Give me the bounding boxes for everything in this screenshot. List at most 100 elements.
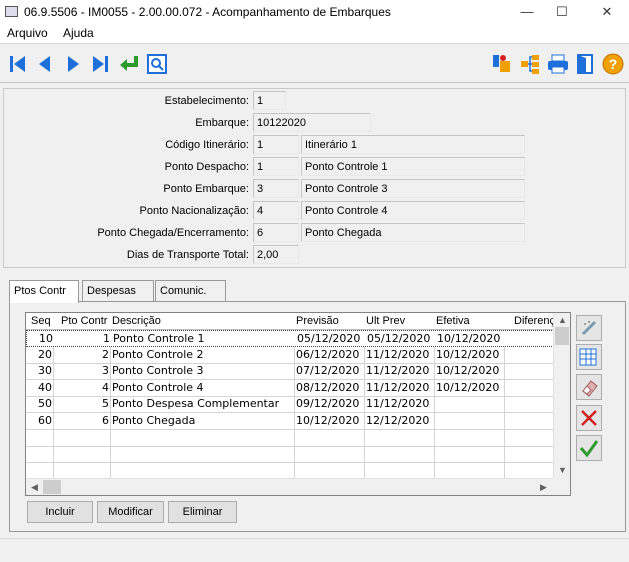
scroll-left-icon[interactable]: ◀ <box>31 482 38 493</box>
horizontal-scroll-thumb[interactable] <box>43 480 61 494</box>
table-cell: 10/12/2020 <box>436 347 500 361</box>
print-icon[interactable] <box>546 52 570 76</box>
vertical-scroll-thumb[interactable] <box>555 327 569 345</box>
vertical-scrollbar[interactable]: ▲ ▼ <box>553 313 570 479</box>
delete-button[interactable] <box>576 405 602 431</box>
estabelecimento-label: Estabelecimento: <box>164 95 249 107</box>
app-icon <box>5 6 18 17</box>
menu-ajuda[interactable]: Ajuda <box>63 26 94 40</box>
maximize-button[interactable]: ☐ <box>551 3 573 21</box>
ponto-nacionalizacao-field[interactable]: 4 <box>253 201 299 220</box>
col-diferenca[interactable]: Diferenç <box>514 315 555 327</box>
table-cell: 60 <box>38 414 52 427</box>
confirm-button[interactable] <box>576 435 602 461</box>
tools-icon[interactable] <box>490 52 514 76</box>
modificar-button[interactable]: Modificar <box>97 501 164 523</box>
table-cell: 10/12/2020 <box>436 364 500 378</box>
pontos-controle-grid[interactable]: Seq Pto Contr Descrição Previsão Ult Pre… <box>25 312 571 496</box>
embarque-field[interactable]: 10122020 <box>253 113 371 132</box>
delete-x-icon <box>581 410 597 426</box>
table-cell: 30 <box>38 364 52 378</box>
confirm-check-icon <box>579 440 599 458</box>
table-cell: 07/12/2020 <box>296 364 360 378</box>
table-cell: 10/12/2020 <box>436 380 500 394</box>
ponto-despacho-field[interactable]: 1 <box>253 157 299 176</box>
eliminar-button[interactable]: Eliminar <box>168 501 237 523</box>
table-cell: Ponto Chegada <box>112 414 196 427</box>
table-cell: 11/12/2020 <box>366 364 430 378</box>
codigo-itinerario-field[interactable]: 1 <box>253 135 299 154</box>
table-row[interactable] <box>26 430 554 447</box>
tree-structure-icon[interactable] <box>518 52 542 76</box>
table-row[interactable]: 40 4 Ponto Controle 4 08/12/2020 11/12/2020 1… <box>26 380 554 397</box>
table-cell <box>506 364 552 380</box>
table-cell: 6 <box>102 414 109 427</box>
ponto-embarque-desc: Ponto Controle 3 <box>301 179 525 198</box>
col-previsao[interactable]: Previsão <box>296 315 339 327</box>
table-cell: 11/12/2020 <box>366 380 430 394</box>
table-cell <box>506 397 552 413</box>
scroll-corner <box>553 478 570 495</box>
dias-transporte-field[interactable]: 2,00 <box>253 245 299 264</box>
eraser-button[interactable] <box>576 374 602 400</box>
scroll-right-icon[interactable]: ▶ <box>540 482 547 493</box>
toolbar: ? <box>0 43 629 83</box>
table-cell: 12/12/2020 <box>366 414 430 427</box>
table-cell: Ponto Despesa Complementar <box>112 397 280 411</box>
eraser-icon <box>582 380 598 397</box>
col-seq[interactable]: Seq <box>31 315 51 327</box>
first-record-icon[interactable] <box>6 52 30 76</box>
last-record-icon[interactable] <box>88 52 112 76</box>
table-cell: 5 <box>102 397 109 411</box>
table-cell <box>506 414 552 430</box>
table-cell: 2 <box>102 347 109 361</box>
menu-arquivo[interactable]: Arquivo <box>7 26 48 40</box>
edit-button[interactable] <box>576 315 602 341</box>
col-pto-contr[interactable]: Pto Contr <box>61 315 107 327</box>
table-cell: 11/12/2020 <box>366 397 430 411</box>
table-cell: 06/12/2020 <box>296 347 360 361</box>
table-row[interactable]: 20 2 Ponto Controle 2 06/12/2020 11/12/2020 1… <box>26 347 554 364</box>
exit-door-icon[interactable] <box>573 52 597 76</box>
table-cell: Ponto Controle 2 <box>112 347 204 361</box>
table-cell: 10 <box>39 332 53 345</box>
table-cell: 05/12/2020 <box>367 332 431 345</box>
incluir-button[interactable]: Incluir <box>27 501 93 523</box>
table-row[interactable]: 60 6 Ponto Chegada 10/12/2020 12/12/2020 <box>26 413 554 430</box>
close-button[interactable]: ✕ <box>596 3 618 21</box>
table-cell: 09/12/2020 <box>296 397 360 411</box>
horizontal-scrollbar[interactable]: ◀ ▶ <box>26 478 554 495</box>
col-efetiva[interactable]: Efetiva <box>436 315 470 327</box>
grid-select-button[interactable] <box>576 344 602 370</box>
ponto-chegada-field[interactable]: 6 <box>253 223 299 242</box>
ponto-embarque-field[interactable]: 3 <box>253 179 299 198</box>
scroll-down-icon[interactable]: ▼ <box>558 465 567 475</box>
search-zoom-icon[interactable] <box>145 52 169 76</box>
scroll-up-icon[interactable]: ▲ <box>558 315 567 325</box>
table-cell: 20 <box>38 347 52 361</box>
table-row[interactable] <box>26 446 554 464</box>
codigo-itinerario-label: Código Itinerário: <box>165 139 249 151</box>
col-descricao[interactable]: Descrição <box>112 315 161 327</box>
edit-pencil-icon <box>581 320 597 336</box>
table-row[interactable]: 30 3 Ponto Controle 3 07/12/2020 11/12/2020 1… <box>26 363 554 381</box>
help-icon[interactable]: ? <box>601 52 625 76</box>
goto-return-icon[interactable] <box>117 52 141 76</box>
table-cell <box>436 414 504 430</box>
table-cell: 50 <box>38 397 52 411</box>
table-row[interactable]: 10 1 Ponto Controle 1 05/12/2020 05/12/2020 1… <box>26 330 554 347</box>
codigo-itinerario-desc: Itinerário 1 <box>301 135 525 154</box>
next-record-icon[interactable] <box>61 52 85 76</box>
minimize-button[interactable]: — <box>516 3 538 21</box>
tab-despesas[interactable]: Despesas <box>82 280 154 302</box>
col-ult-prev[interactable]: Ult Prev <box>366 315 405 327</box>
tab-comunic[interactable]: Comunic. <box>155 280 226 302</box>
previous-record-icon[interactable] <box>33 52 57 76</box>
ponto-despacho-label: Ponto Despacho: <box>164 161 249 173</box>
menu-bar: Arquivo Ajuda <box>0 24 629 43</box>
table-row[interactable]: 50 5 Ponto Despesa Complementar 09/12/2020 1… <box>26 396 554 414</box>
estabelecimento-field[interactable]: 1 <box>253 91 286 110</box>
table-cell: 05/12/2020 <box>297 332 361 345</box>
title-bar: 06.9.5506 - IM0055 - 2.00.00.072 - Acomp… <box>0 0 629 24</box>
tab-ptos-contr[interactable]: Ptos Contr <box>9 280 79 303</box>
